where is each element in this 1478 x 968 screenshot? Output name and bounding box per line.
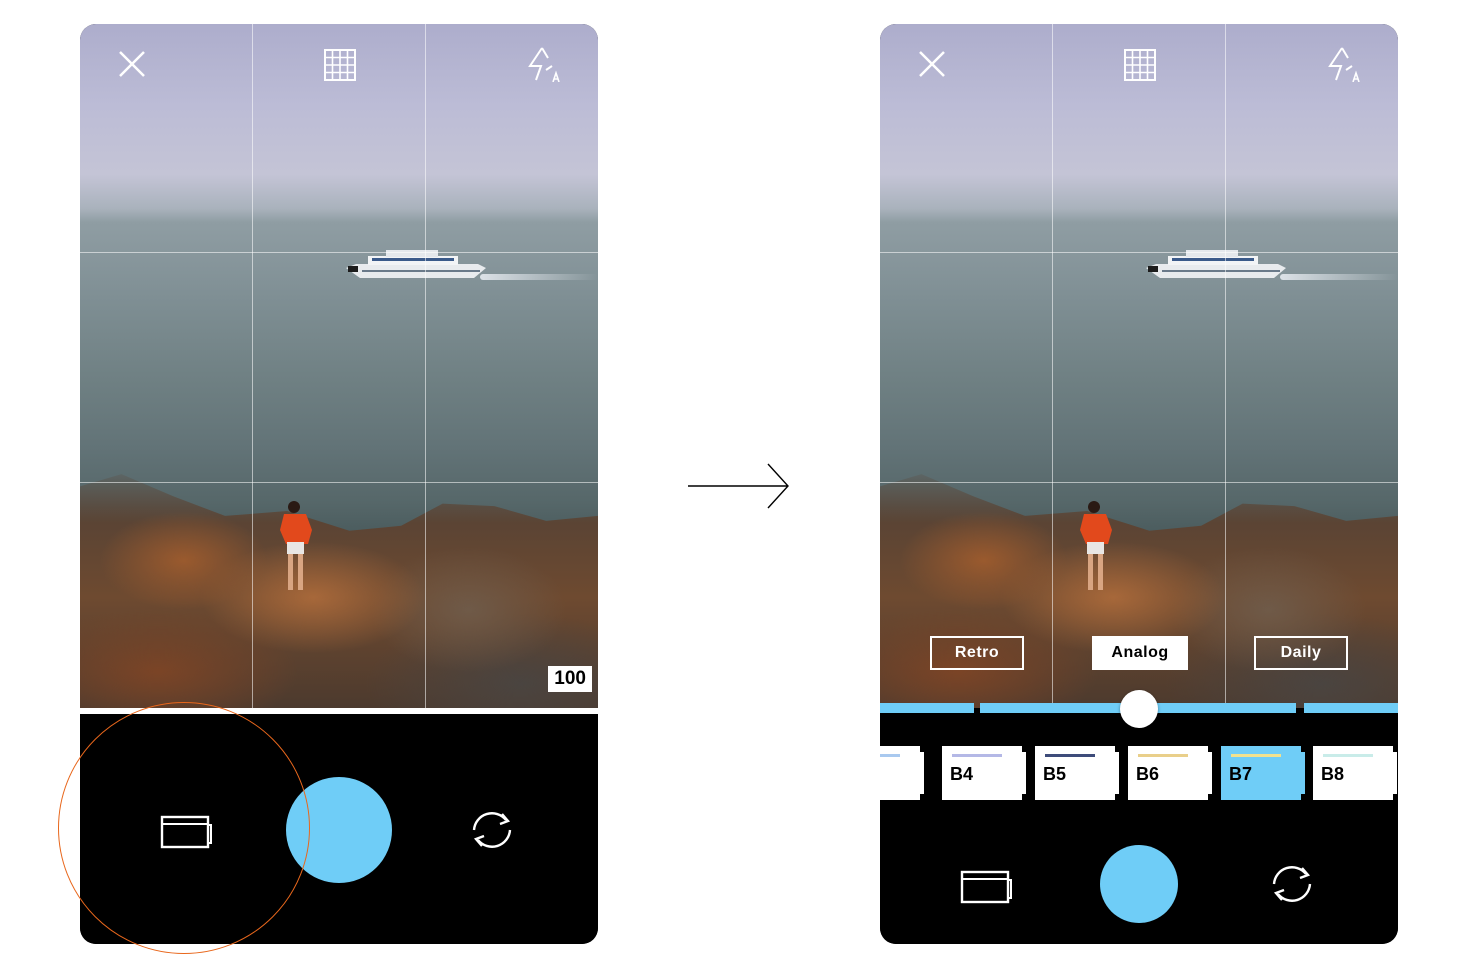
- category-daily[interactable]: Daily: [1254, 636, 1348, 670]
- ferry-boat: [1146, 250, 1286, 278]
- film-card-b3[interactable]: [880, 746, 924, 800]
- film-card-b4[interactable]: B4: [942, 746, 1026, 800]
- person-figure: [1080, 501, 1112, 590]
- film-selector: B4 B5 B6 B7 B8: [880, 746, 1398, 806]
- grid-line: [425, 24, 426, 708]
- film-card-b8[interactable]: B8: [1313, 746, 1397, 800]
- slider-segment: [1304, 703, 1398, 713]
- rocky-shore: [880, 474, 1398, 708]
- grid-line: [80, 482, 598, 483]
- shot-counter: 100: [548, 666, 592, 692]
- grid-icon[interactable]: [322, 47, 358, 83]
- flash-auto-icon[interactable]: [526, 46, 562, 82]
- boat-wake: [480, 274, 598, 280]
- film-notch: [1208, 752, 1212, 794]
- film-stripe: [952, 754, 1002, 757]
- grid-line: [252, 24, 253, 708]
- person-figure: [280, 501, 312, 590]
- category-retro[interactable]: Retro: [930, 636, 1024, 670]
- film-stripe: [880, 754, 900, 757]
- film-label: B8: [1321, 764, 1345, 784]
- highlight-circle: [58, 702, 310, 954]
- close-icon[interactable]: [114, 46, 150, 82]
- film-stripe: [1138, 754, 1188, 757]
- film-frame-icon[interactable]: [960, 866, 1012, 904]
- film-label: B7: [1229, 764, 1253, 784]
- film-label: B5: [1043, 764, 1067, 784]
- camera-viewfinder[interactable]: 100: [80, 24, 598, 708]
- grid-line: [80, 252, 598, 253]
- slider-segment: [880, 703, 974, 713]
- grid-line: [880, 252, 1398, 253]
- shutter-button[interactable]: [1100, 845, 1178, 923]
- film-stripe: [1323, 754, 1373, 757]
- film-card-b7[interactable]: B7: [1221, 746, 1305, 800]
- film-label: B4: [950, 764, 974, 784]
- camera-screen-after: Retro Analog Daily B4 B5 B6 B7 B8: [880, 24, 1398, 944]
- film-notch: [1022, 752, 1026, 794]
- grid-line: [1052, 24, 1053, 708]
- grid-line: [1225, 24, 1226, 708]
- film-stripe: [1231, 754, 1281, 757]
- rocky-shore: [80, 474, 598, 708]
- flash-auto-icon[interactable]: [1326, 46, 1362, 82]
- camera-viewfinder[interactable]: Retro Analog Daily: [880, 24, 1398, 708]
- close-icon[interactable]: [914, 46, 950, 82]
- switch-camera-icon[interactable]: [1266, 862, 1318, 906]
- film-notch: [1115, 752, 1119, 794]
- film-card-b6[interactable]: B6: [1128, 746, 1212, 800]
- filter-slider-thumb[interactable]: [1120, 690, 1158, 728]
- category-analog[interactable]: Analog: [1092, 636, 1188, 670]
- film-stripe: [1045, 754, 1095, 757]
- film-card-b5[interactable]: B5: [1035, 746, 1119, 800]
- grid-icon[interactable]: [1122, 47, 1158, 83]
- film-notch: [920, 752, 924, 794]
- transition-arrow: [688, 463, 789, 509]
- boat-wake: [1280, 274, 1398, 280]
- film-notch: [1301, 752, 1305, 794]
- grid-line: [880, 482, 1398, 483]
- film-label: B6: [1136, 764, 1160, 784]
- switch-camera-icon[interactable]: [466, 808, 518, 852]
- ferry-boat: [346, 250, 486, 278]
- film-notch: [1393, 752, 1397, 794]
